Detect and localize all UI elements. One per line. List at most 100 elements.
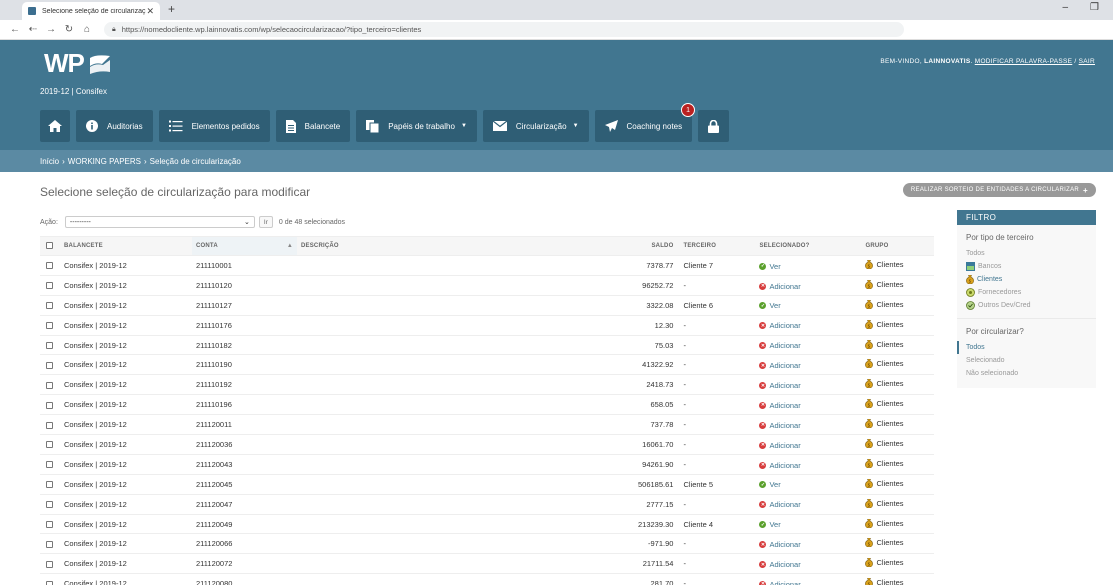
column-saldo[interactable]: SALDO bbox=[634, 236, 680, 256]
nav-balancete[interactable]: Balancete bbox=[275, 110, 351, 142]
add-selection-link[interactable]: ✕ Adicionar bbox=[759, 540, 801, 549]
nav-circularizacao[interactable]: Circularização ▼ bbox=[482, 110, 589, 142]
row-checkbox[interactable] bbox=[46, 441, 53, 449]
cell-balancete: Consifex | 2019-12 bbox=[60, 255, 192, 276]
row-checkbox[interactable] bbox=[46, 540, 53, 548]
logout-link[interactable]: SAIR bbox=[1079, 58, 1095, 65]
column-conta[interactable]: CONTA ▲ bbox=[192, 236, 297, 256]
add-selection-link[interactable]: ✕ Adicionar bbox=[759, 560, 801, 569]
new-tab-button[interactable]: + bbox=[168, 2, 175, 16]
cell-conta: 211120045 bbox=[192, 474, 297, 495]
nav-lock[interactable] bbox=[698, 110, 730, 142]
cell-balancete: Consifex | 2019-12 bbox=[60, 514, 192, 535]
nav-papeis-de-trabalho[interactable]: Papéis de trabalho ▼ bbox=[356, 110, 477, 142]
breadcrumb-inicio[interactable]: Início bbox=[40, 157, 59, 166]
add-selection-link[interactable]: ✕ Adicionar bbox=[759, 580, 801, 585]
cell-descricao bbox=[297, 354, 634, 376]
tab-close-icon[interactable]: ✕ bbox=[146, 6, 154, 17]
check-icon: ✓ bbox=[759, 262, 767, 270]
cell-descricao bbox=[297, 454, 634, 475]
cell-descricao bbox=[297, 295, 634, 316]
row-checkbox[interactable] bbox=[46, 302, 53, 310]
add-selection-link[interactable]: ✕ Adicionar bbox=[759, 441, 801, 450]
add-selection-link[interactable]: ✕ Adicionar bbox=[759, 500, 801, 509]
cell-terceiro: - bbox=[679, 394, 756, 416]
maximize-button[interactable]: ❐ bbox=[1090, 2, 1099, 13]
logo[interactable]: WP bbox=[44, 48, 112, 79]
add-selection-link[interactable]: ✕ Adicionar bbox=[759, 361, 801, 370]
column-selecionado[interactable]: SELECIONADO? bbox=[755, 236, 862, 256]
row-checkbox[interactable] bbox=[46, 421, 53, 429]
svg-text:$: $ bbox=[868, 542, 871, 547]
view-selection-link[interactable]: ✓ Ver bbox=[759, 301, 781, 310]
svg-text:$: $ bbox=[868, 422, 871, 427]
main-nav: Auditorias Elementos pedidos Balancete P… bbox=[40, 103, 730, 142]
add-selection-link[interactable]: ✕ Adicionar bbox=[759, 401, 801, 410]
other-icon bbox=[966, 301, 975, 310]
add-selection-link[interactable]: ✕ Adicionar bbox=[759, 421, 801, 430]
sort-ascending-icon[interactable]: ▲ bbox=[287, 243, 293, 249]
column-terceiro[interactable]: TERCEIRO bbox=[679, 236, 756, 256]
cell-descricao bbox=[297, 533, 634, 555]
filter-option-todos[interactable]: Todos bbox=[966, 247, 1087, 260]
row-select-cell bbox=[40, 454, 60, 475]
nav-auditorias[interactable]: Auditorias bbox=[76, 110, 153, 142]
filter-circ-option-n-o-selecionado[interactable]: Não selecionado bbox=[966, 367, 1087, 380]
filter-option-outros-dev-cred[interactable]: Outros Dev/Cred bbox=[966, 299, 1087, 312]
filter-circ-option-selecionado[interactable]: Selecionado bbox=[966, 354, 1087, 367]
cell-conta-text: 211110196 bbox=[196, 400, 232, 410]
change-password-link[interactable]: MODIFICAR PALAVRA-PASSE bbox=[975, 58, 1073, 65]
filter-option-fornecedores[interactable]: Fornecedores bbox=[966, 286, 1087, 299]
action-select[interactable]: --------- ⌄ bbox=[64, 216, 255, 228]
reload-icon[interactable]: ↻ bbox=[60, 24, 78, 35]
site-info-icon[interactable]: 🔒︎ bbox=[112, 26, 116, 34]
filter-circ-option-todos[interactable]: Todos bbox=[957, 341, 1087, 354]
cell-grupo: $ Clientes bbox=[861, 573, 934, 585]
cell-grupo: $ Clientes bbox=[861, 315, 934, 336]
row-checkbox[interactable] bbox=[46, 282, 53, 290]
svg-text:$: $ bbox=[868, 462, 871, 467]
view-selection-link[interactable]: ✓ Ver bbox=[759, 520, 781, 529]
row-checkbox[interactable] bbox=[46, 381, 53, 389]
add-selection-link[interactable]: ✕ Adicionar bbox=[759, 321, 801, 330]
back-arrow-icon[interactable]: ← bbox=[6, 24, 24, 35]
row-checkbox[interactable] bbox=[46, 342, 53, 350]
nav-coaching-notes[interactable]: Coaching notes 1 bbox=[594, 103, 696, 142]
cell-balancete: Consifex | 2019-12 bbox=[60, 573, 192, 585]
row-checkbox[interactable] bbox=[46, 401, 53, 409]
row-checkbox[interactable] bbox=[46, 322, 53, 330]
filter-option-clientes[interactable]: $ Clientes bbox=[966, 273, 1087, 286]
row-checkbox[interactable] bbox=[46, 361, 53, 369]
add-selection-link[interactable]: ✕ Adicionar bbox=[759, 341, 801, 350]
row-checkbox[interactable] bbox=[46, 481, 53, 489]
row-checkbox[interactable] bbox=[46, 461, 53, 469]
row-checkbox[interactable] bbox=[46, 560, 53, 568]
add-selection-link[interactable]: ✕ Adicionar bbox=[759, 282, 801, 291]
home-browser-icon[interactable]: ⌂ bbox=[78, 24, 96, 35]
back-button-icon[interactable]: ⇠ bbox=[24, 24, 42, 35]
forward-arrow-icon[interactable]: → bbox=[42, 24, 60, 35]
minimize-button[interactable]: – bbox=[1062, 2, 1068, 13]
add-selection-link[interactable]: ✕ Adicionar bbox=[759, 461, 801, 470]
draw-entities-button[interactable]: REALIZAR SORTEIO DE ENTIDADES A CIRCULAR… bbox=[902, 183, 1096, 197]
nav-elementos-pedidos[interactable]: Elementos pedidos bbox=[158, 110, 270, 142]
row-checkbox[interactable] bbox=[46, 262, 53, 270]
column-grupo[interactable]: GRUPO bbox=[861, 236, 934, 256]
view-selection-link[interactable]: ✓ Ver bbox=[759, 262, 781, 271]
group-label: Clientes bbox=[876, 279, 904, 289]
column-balancete[interactable]: BALANCETE bbox=[60, 236, 192, 256]
row-checkbox[interactable] bbox=[46, 501, 53, 509]
row-checkbox[interactable] bbox=[46, 521, 53, 529]
select-all-checkbox[interactable] bbox=[46, 242, 53, 250]
row-checkbox[interactable] bbox=[46, 580, 53, 585]
view-selection-link[interactable]: ✓ Ver bbox=[759, 480, 781, 489]
svg-text:$: $ bbox=[868, 303, 871, 308]
filter-option-bancos[interactable]: Bancos bbox=[966, 260, 1087, 273]
go-button[interactable]: Ir bbox=[258, 216, 273, 228]
nav-home[interactable] bbox=[40, 110, 70, 142]
column-descricao[interactable]: DESCRIÇÃO bbox=[297, 236, 634, 256]
add-selection-link[interactable]: ✕ Adicionar bbox=[759, 381, 801, 390]
breadcrumb-working-papers[interactable]: WORKING PAPERS bbox=[68, 157, 141, 166]
browser-tab[interactable]: Selecione seleção de circularizaç ✕ bbox=[22, 2, 160, 20]
url-field[interactable]: 🔒︎ https://nomedocliente.wp.lainnovatis.… bbox=[104, 22, 904, 37]
